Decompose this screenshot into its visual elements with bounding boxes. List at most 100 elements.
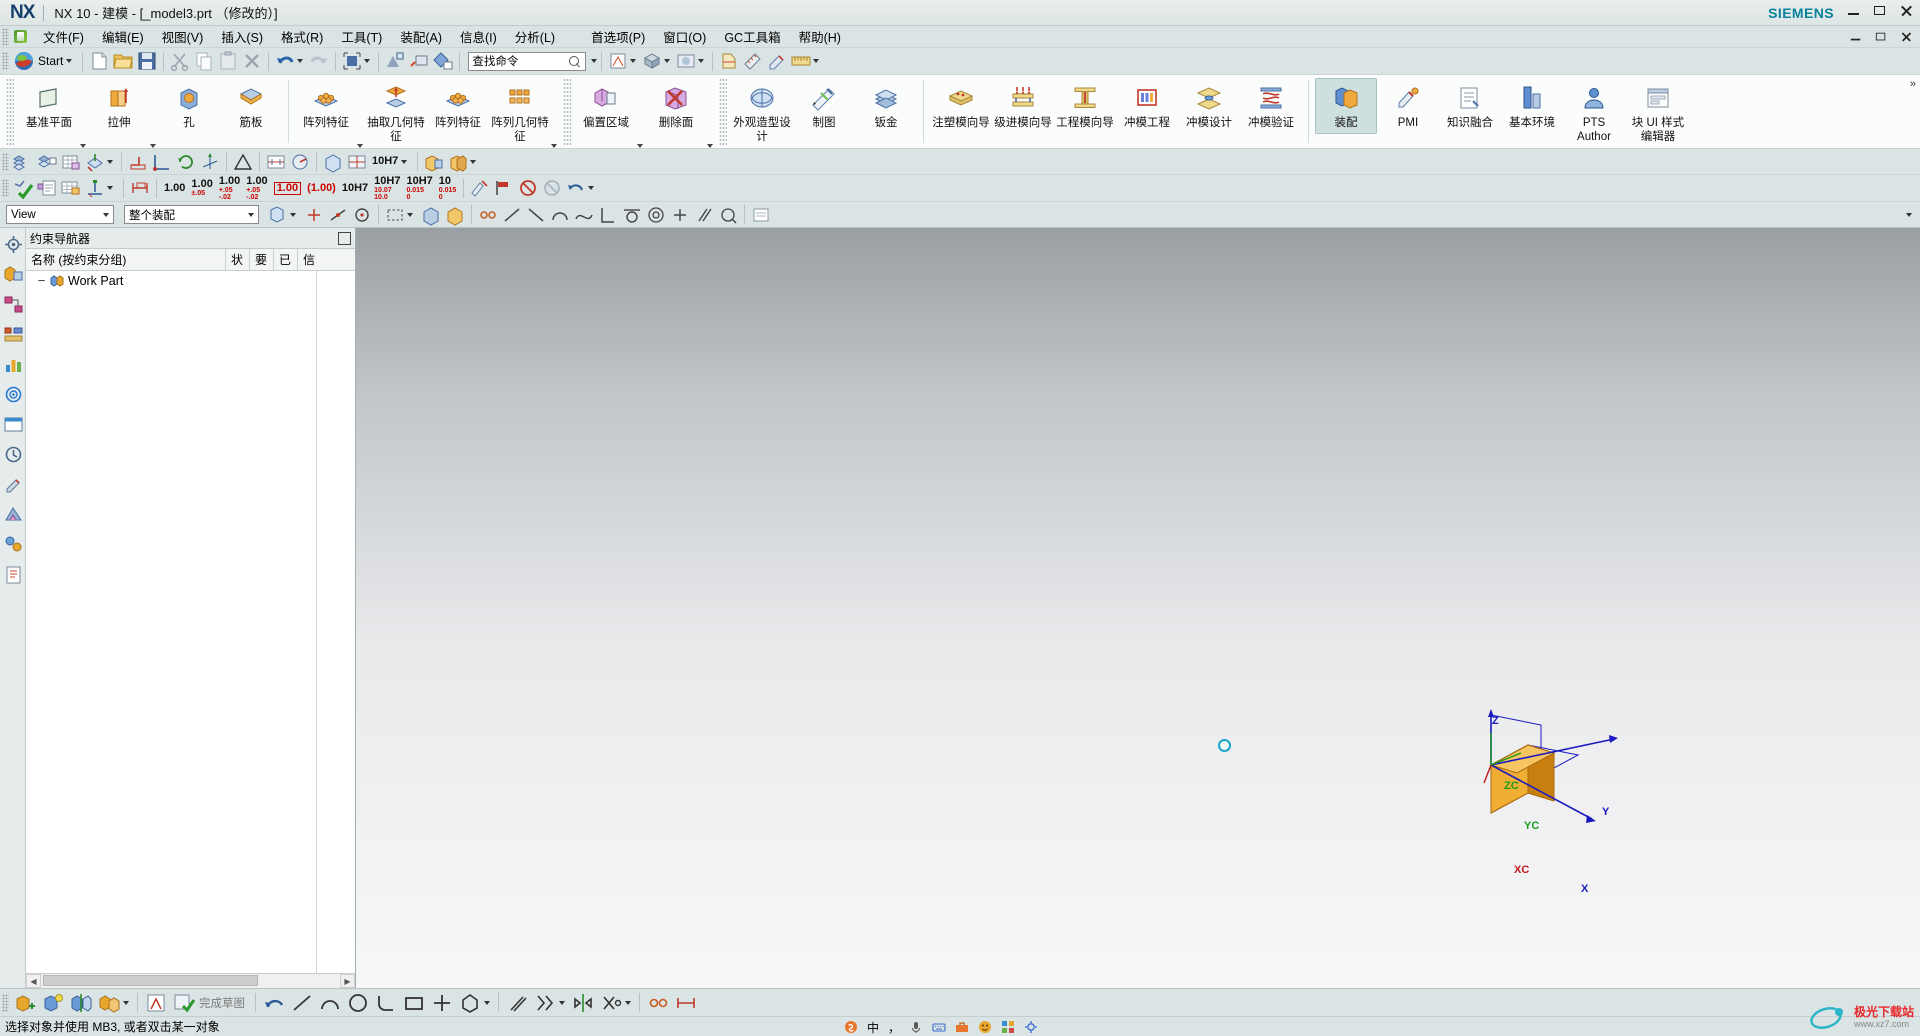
dimension-sketch-icon[interactable] <box>674 991 698 1015</box>
pmi-flag-icon[interactable] <box>493 177 515 199</box>
pmi-note-icon[interactable] <box>36 177 58 199</box>
tolerance-chip-7[interactable]: 10H7 10.07 10.0 <box>374 175 400 201</box>
emoji-icon[interactable] <box>978 1020 992 1034</box>
trim-chevron-down-icon[interactable] <box>625 1000 631 1005</box>
tolerance-chip-3[interactable]: 1.00 +.05 -.02 <box>246 175 267 201</box>
menu-item-format[interactable]: 格式(R) <box>272 25 332 48</box>
ribbon-button-gateway[interactable]: 基本环境 <box>1501 78 1563 134</box>
undo-chevron-down-icon[interactable] <box>297 59 304 63</box>
add-component-icon[interactable] <box>13 991 37 1015</box>
sketch-constraint-icon[interactable] <box>477 204 499 226</box>
wcs-origin-icon[interactable] <box>151 151 173 173</box>
scope-select[interactable]: 整个装配 <box>124 205 259 224</box>
tolerance-chip-9[interactable]: 10 0.015 0 <box>439 175 457 201</box>
menu-item-help[interactable]: 帮助(H) <box>790 25 850 48</box>
pmi-grip-1[interactable] <box>2 179 9 197</box>
ribbon-button-pattern-geometry[interactable]: 阵列几何特征 <box>489 78 551 147</box>
ribbon-button-delete-face[interactable]: 删除面 <box>645 78 707 134</box>
filter-chevron-down-icon[interactable] <box>290 212 296 217</box>
new-document-icon[interactable] <box>88 50 110 72</box>
scroll-thumb[interactable] <box>43 975 258 986</box>
tolerance-chip-4[interactable]: 1.00 <box>273 181 302 195</box>
ribbon-button-sheet-metal[interactable]: 钣金 <box>855 78 917 134</box>
search-input[interactable]: 查找命令 <box>468 51 587 71</box>
ribbon-button-progressive-die[interactable]: 级进模向导 <box>992 78 1054 134</box>
sketch-perpendicular-icon[interactable] <box>597 204 619 226</box>
ribbon-button-offset-region[interactable]: 偏置区域 <box>575 78 637 134</box>
point-icon[interactable] <box>430 991 454 1015</box>
pmi-table-icon[interactable] <box>60 177 82 199</box>
tolerance-10h7-label[interactable]: 10H7 <box>372 156 398 167</box>
trim-icon[interactable] <box>599 991 623 1015</box>
microphone-icon[interactable] <box>909 1020 923 1034</box>
graphics-viewport[interactable]: Z Y X ZC YC XC Z Y X 电脑技术网 <box>356 228 1920 988</box>
measure-body-icon[interactable] <box>322 151 344 173</box>
ribbon-overflow-icon[interactable]: » <box>1910 78 1916 90</box>
menu-item-edit[interactable]: 编辑(E) <box>93 25 153 48</box>
snap-center-icon[interactable] <box>351 204 373 226</box>
undo-annotation-icon[interactable] <box>565 177 587 199</box>
body-select-icon[interactable] <box>444 204 466 226</box>
assembly-navigator-icon[interactable] <box>2 263 23 284</box>
settings-icon[interactable] <box>1024 1020 1038 1034</box>
redo-arrow-icon[interactable] <box>308 50 330 72</box>
pmi-symbol-icon[interactable] <box>469 177 491 199</box>
tree-expander[interactable]: − <box>36 274 47 287</box>
ribbon-button-extract-geometry[interactable]: 抽取几何特征 <box>365 78 427 147</box>
ribbon-button-pattern-feature[interactable]: 阵列特征 <box>295 78 357 134</box>
delete-x-icon[interactable] <box>241 50 263 72</box>
menu-item-analysis[interactable]: 分析(L) <box>506 25 564 48</box>
tolerance-chip-0[interactable]: 1.00 <box>164 182 185 194</box>
doc-minimize-icon[interactable] <box>1849 30 1863 44</box>
doc-restore-icon[interactable] <box>1874 30 1888 44</box>
menu-item-gc-toolbox[interactable]: GC工具箱 <box>715 25 789 48</box>
synchronous-group-chevron-down-icon[interactable] <box>707 144 713 148</box>
view-select[interactable]: View <box>6 205 114 224</box>
sketch-tool-icon[interactable] <box>607 50 629 72</box>
ribbon-button-datum-plane[interactable]: 基准平面 <box>18 78 80 134</box>
scroll-right-icon[interactable]: ▶ <box>340 974 355 988</box>
finish-sketch-icon[interactable] <box>172 991 196 1015</box>
pmi-chevron-down-icon[interactable] <box>107 186 113 190</box>
open-folder-icon[interactable] <box>112 50 134 72</box>
ribbon-button-pts-author[interactable]: PTS Author <box>1563 78 1625 147</box>
mirror-curve-icon[interactable] <box>571 991 595 1015</box>
sogou-icon[interactable] <box>844 1020 858 1034</box>
reuse-library-icon[interactable] <box>2 353 23 374</box>
fit-view-icon[interactable] <box>341 50 363 72</box>
constraint-icon[interactable] <box>646 991 670 1015</box>
measure-icon[interactable] <box>742 50 764 72</box>
column-header-name[interactable]: 名称 (按约束分组) <box>26 249 226 270</box>
tolerance-chip-8[interactable]: 10H7 0.015 0 <box>406 175 432 201</box>
ruler-chevron-down-icon[interactable] <box>813 59 820 63</box>
ribbon-button-engineering-die[interactable]: 工程模向导 <box>1054 78 1116 134</box>
assembly-constraint-icon[interactable] <box>423 151 445 173</box>
copy-icon[interactable] <box>193 50 215 72</box>
column-header-done[interactable]: 已 <box>274 249 298 270</box>
ribbon-grip-2[interactable] <box>563 78 571 145</box>
view-chevron-down-icon[interactable] <box>664 59 671 63</box>
circle-icon[interactable] <box>346 991 370 1015</box>
move-to-layer-icon[interactable] <box>84 151 106 173</box>
select-rectangle-icon[interactable] <box>384 204 406 226</box>
forbidden-icon-2[interactable] <box>541 177 563 199</box>
ribbon-button-die-design[interactable]: 冲模设计 <box>1178 78 1240 134</box>
pin-icon[interactable] <box>338 231 351 245</box>
fit-chevron-down-icon[interactable] <box>364 59 371 63</box>
system-materials-icon[interactable] <box>2 533 23 554</box>
search-chevron-down-icon[interactable] <box>591 59 598 63</box>
menu-grip[interactable] <box>2 27 9 46</box>
ribbon-button-block-ui-styler[interactable]: 块 UI 样式编辑器 <box>1625 78 1691 147</box>
cut-scissors-icon[interactable] <box>169 50 191 72</box>
line-icon[interactable] <box>290 991 314 1015</box>
tree-item-work-part[interactable]: − Work Part <box>26 271 355 290</box>
gear-icon[interactable] <box>2 233 23 254</box>
triangle-icon[interactable] <box>232 151 254 173</box>
layer-category-icon[interactable] <box>60 151 82 173</box>
sketch-options-icon[interactable] <box>750 204 772 226</box>
user-role-icon[interactable] <box>2 563 23 584</box>
select-chevron-down-icon[interactable] <box>407 212 413 217</box>
column-header-state[interactable]: 状 <box>226 249 250 270</box>
snap-point-icon[interactable] <box>303 204 325 226</box>
part-navigator-icon[interactable] <box>2 323 23 344</box>
